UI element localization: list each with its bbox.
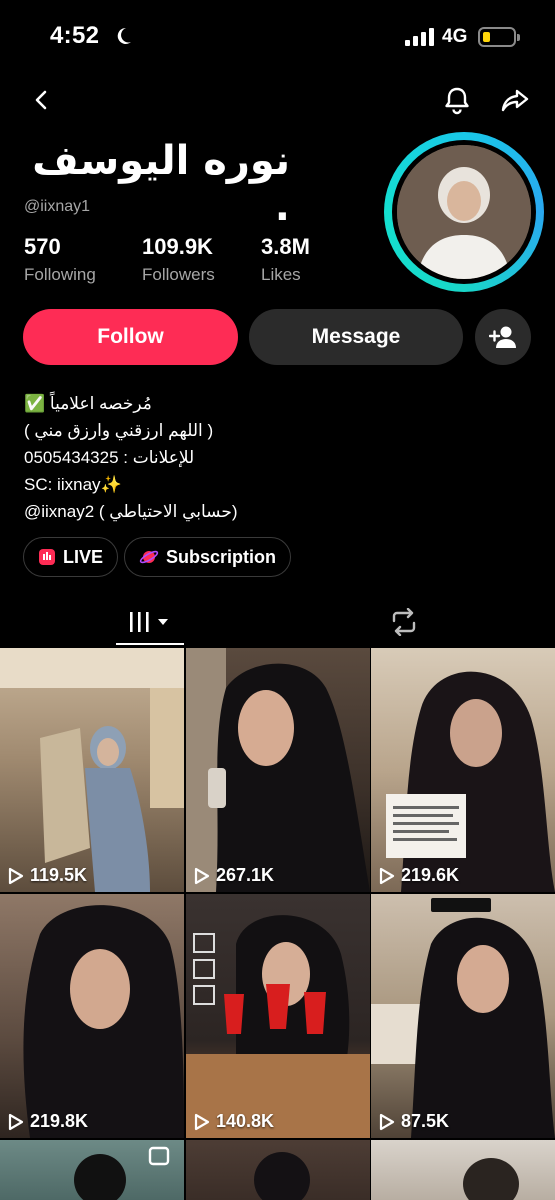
status-time: 4:52 [50,22,100,49]
videos-grid-icon [130,612,168,632]
video-thumbnail[interactable] [186,1140,370,1200]
video-thumbnail[interactable]: 140.8K [186,894,370,1138]
thumbnail-image [186,915,370,1138]
back-button[interactable] [22,80,62,120]
thumbnail-image [0,648,184,892]
stat-label: Likes [261,265,301,284]
status-bar: 4:52 4G [0,0,555,70]
repost-icon [392,608,416,636]
signal-icon [405,28,435,46]
thumbnail-image [254,1152,310,1200]
view-count: 219.8K [8,1111,88,1132]
thumbnail-image [23,905,184,1138]
stat-followers[interactable]: 109.9K Followers [142,234,215,285]
bio: مُرخصه اعلامياً ✅ ( اللهم ارزقني وارزق م… [24,390,344,525]
video-thumbnail[interactable]: 219.6K [371,648,555,892]
notifications-button[interactable] [437,80,477,120]
content-tabs [0,598,555,648]
video-thumbnail[interactable]: 219.8K [0,894,184,1138]
username: @iixnay1 [24,198,91,215]
video-thumbnail[interactable] [0,1140,184,1200]
subscription-chip[interactable]: Subscription [124,537,292,577]
avatar-story-ring[interactable] [384,132,544,292]
play-icon [8,867,24,884]
view-count-label: 219.6K [401,865,460,885]
view-count-label: 87.5K [401,1111,450,1131]
chevron-left-icon [35,90,47,110]
bio-line: ( اللهم ارزقني وارزق مني ) [24,421,214,440]
thumbnail-image [186,648,370,892]
play-icon [379,867,395,884]
tab-reposts[interactable] [370,598,438,646]
live-label: LIVE [63,546,104,567]
stat-value: 109.9K [142,234,213,259]
view-count-label: 219.8K [30,1111,89,1131]
tab-videos[interactable] [116,598,184,646]
thumbnail-image [74,1146,170,1200]
avatar [397,145,531,279]
view-count: 267.1K [194,865,274,886]
follow-button[interactable]: Follow [23,309,238,365]
view-count-label: 267.1K [216,865,275,885]
bell-icon [445,87,469,115]
network-label: 4G [442,26,468,47]
live-icon [39,549,55,565]
view-count-label: 119.5K [30,865,88,885]
moon-icon [117,27,131,44]
view-count: 119.5K [8,865,87,886]
stat-label: Followers [142,265,215,284]
thumbnail-image [463,1158,519,1200]
bio-line: SC: iixnay✨ [24,475,122,494]
stat-likes[interactable]: 3.8M Likes [261,234,310,285]
thumbnail-image [386,671,555,892]
add-friend-button[interactable] [475,309,531,365]
video-thumbnail[interactable]: 267.1K [186,648,370,892]
play-icon [194,867,210,884]
add-user-icon [489,326,516,348]
active-tab-indicator [116,643,184,645]
subscription-label: Subscription [166,546,277,567]
share-arrow-icon [501,89,529,112]
bio-line[interactable]: @iixnay2 ( حسابي الاحتياطي) [24,498,344,525]
stat-value: 570 [24,234,61,259]
play-icon [379,1113,395,1130]
view-count-label: 140.8K [216,1111,275,1131]
video-thumbnail[interactable] [371,1140,555,1200]
live-chip[interactable]: LIVE [23,537,119,577]
bio-line: للإعلانات : 0505434325 [24,448,195,467]
video-thumbnail[interactable]: 87.5K [371,894,555,1138]
video-thumbnail[interactable]: 119.5K [0,648,184,892]
bio-line: مُرخصه اعلامياً ✅ [24,394,152,413]
subscription-planet-icon [139,550,159,564]
stat-value: 3.8M [261,234,310,259]
view-count: 219.6K [379,865,459,886]
view-count: 140.8K [194,1111,274,1132]
stat-label: Following [24,265,96,284]
view-count: 87.5K [379,1111,449,1132]
share-button[interactable] [495,80,535,120]
avatar-image [397,145,531,279]
play-icon [8,1113,24,1130]
stat-following[interactable]: 570 Following [24,234,96,285]
thumbnail-image [371,898,555,1138]
message-button[interactable]: Message [249,309,463,365]
play-icon [194,1113,210,1130]
display-name: نوره اليوسف . [32,138,290,230]
battery-icon [478,27,520,47]
